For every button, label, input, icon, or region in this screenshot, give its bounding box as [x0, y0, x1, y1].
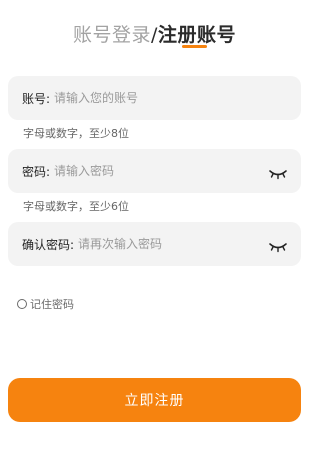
- register-button[interactable]: 立即注册: [8, 378, 301, 422]
- password-field[interactable]: 密码:: [8, 149, 301, 193]
- account-hint: 字母或数字，至少8位: [23, 127, 129, 140]
- password-hint: 字母或数字，至少6位: [23, 200, 129, 213]
- remember-password-toggle[interactable]: 记住密码: [17, 296, 74, 312]
- confirm-password-input[interactable]: [74, 237, 269, 251]
- account-field[interactable]: 账号:: [8, 76, 301, 120]
- register-page: 账号登录/注册账号 账号: 字母或数字，至少8位 密码: 字母或数字，至少6位 …: [0, 0, 309, 455]
- remember-label: 记住密码: [30, 298, 74, 311]
- password-input[interactable]: [50, 164, 269, 178]
- auth-tabs: 账号登录/注册账号: [0, 20, 309, 47]
- active-tab-indicator: [182, 45, 207, 48]
- confirm-password-label: 确认密码:: [22, 237, 75, 252]
- eye-closed-icon[interactable]: [269, 165, 287, 180]
- account-input[interactable]: [50, 91, 287, 105]
- password-label: 密码:: [22, 164, 51, 179]
- confirm-password-field[interactable]: 确认密码:: [8, 222, 301, 266]
- account-label: 账号:: [22, 91, 51, 106]
- tab-login[interactable]: 账号登录: [73, 24, 151, 46]
- tab-register[interactable]: 注册账号: [158, 24, 236, 46]
- eye-closed-icon[interactable]: [269, 238, 287, 253]
- remember-radio[interactable]: [17, 299, 27, 309]
- tab-separator: /: [151, 24, 158, 46]
